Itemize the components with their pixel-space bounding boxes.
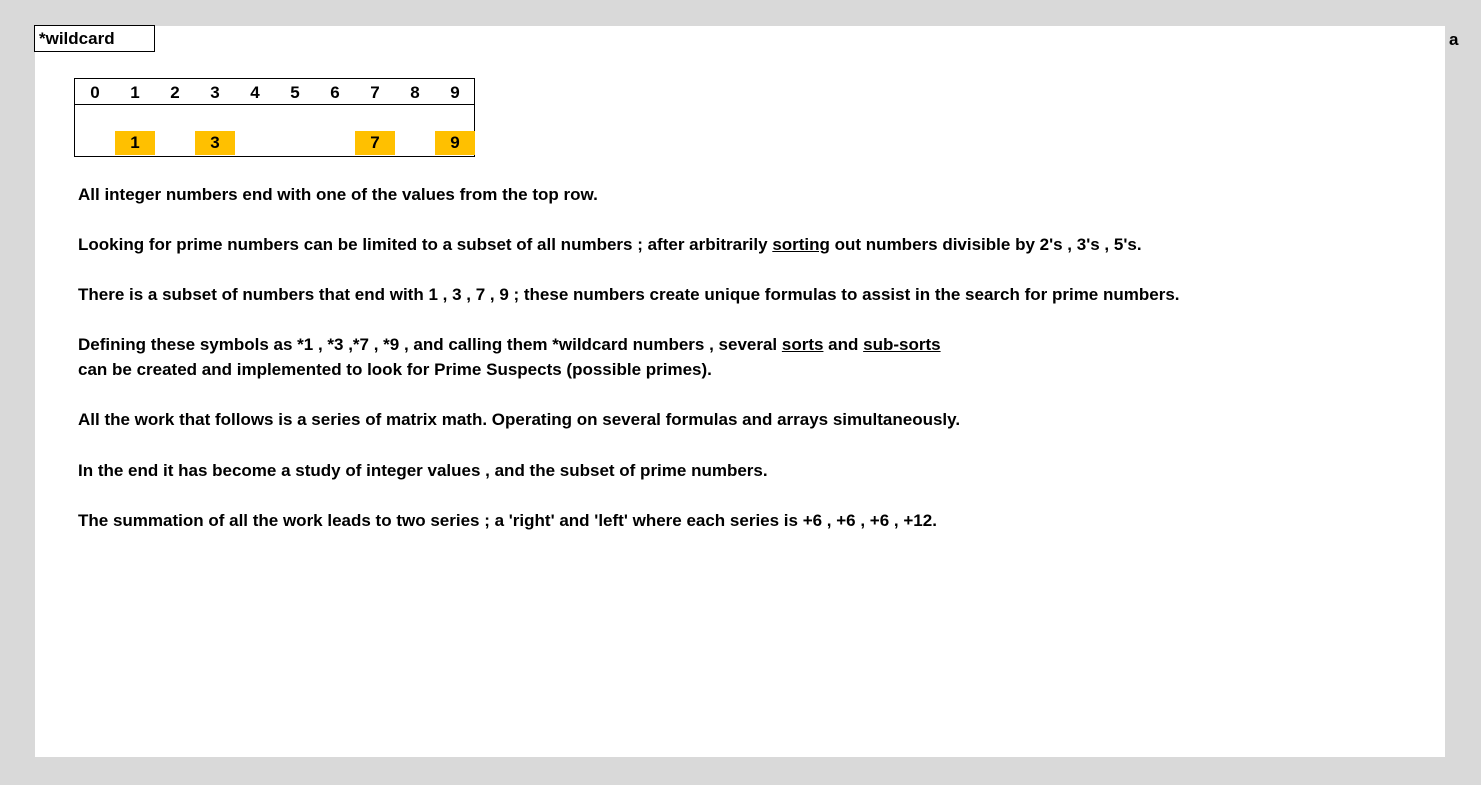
- paragraph-4-continued: can be created and implemented to look f…: [78, 360, 712, 379]
- digit-2: 2: [170, 83, 180, 102]
- sorting-link[interactable]: sorting: [772, 235, 830, 254]
- digit-9: 9: [450, 83, 460, 102]
- paragraph-3: There is a subset of numbers that end wi…: [78, 285, 1180, 304]
- digit-5: 5: [290, 83, 300, 102]
- wildcard-cell-1: 1: [115, 131, 155, 155]
- title-cell[interactable]: *wildcard: [34, 25, 155, 52]
- corner-label: a: [1449, 30, 1459, 49]
- digit-0: 0: [90, 83, 100, 102]
- digit-1: 1: [130, 83, 140, 102]
- wildcard-cell-9: 9: [435, 131, 475, 155]
- row-divider: [75, 104, 474, 105]
- paragraph-4-and: and: [823, 335, 864, 354]
- paragraph-6: In the end it has become a study of inte…: [78, 461, 768, 480]
- paragraph-1: All integer numbers end with one of the …: [78, 185, 598, 204]
- wildcard-cell-3: 3: [195, 131, 235, 155]
- digit-table: 0 1 2 3 4 5 6 7 8 9 1 3 7 9: [74, 78, 475, 157]
- paragraph-2: Looking for prime numbers can be limited…: [78, 235, 1142, 255]
- sorts-link[interactable]: sorts: [782, 335, 824, 354]
- sub-sorts-link[interactable]: sub-sorts: [863, 335, 940, 354]
- wildcard-cell-7: 7: [355, 131, 395, 155]
- digit-3: 3: [210, 83, 220, 102]
- digit-6: 6: [330, 83, 340, 102]
- paragraph-4-start: Defining these symbols as *1 , *3 ,*7 , …: [78, 335, 782, 354]
- paragraph-2-end: out numbers divisible by 2's , 3's , 5's…: [829, 235, 1142, 254]
- digit-4: 4: [250, 83, 260, 102]
- digit-8: 8: [410, 83, 420, 102]
- paragraph-4: Defining these symbols as *1 , *3 ,*7 , …: [78, 335, 941, 355]
- paragraph-5: All the work that follows is a series of…: [78, 410, 961, 429]
- paragraph-7: The summation of all the work leads to t…: [78, 511, 937, 530]
- digit-7: 7: [370, 83, 380, 102]
- paragraph-2-start: Looking for prime numbers can be limited…: [78, 235, 773, 254]
